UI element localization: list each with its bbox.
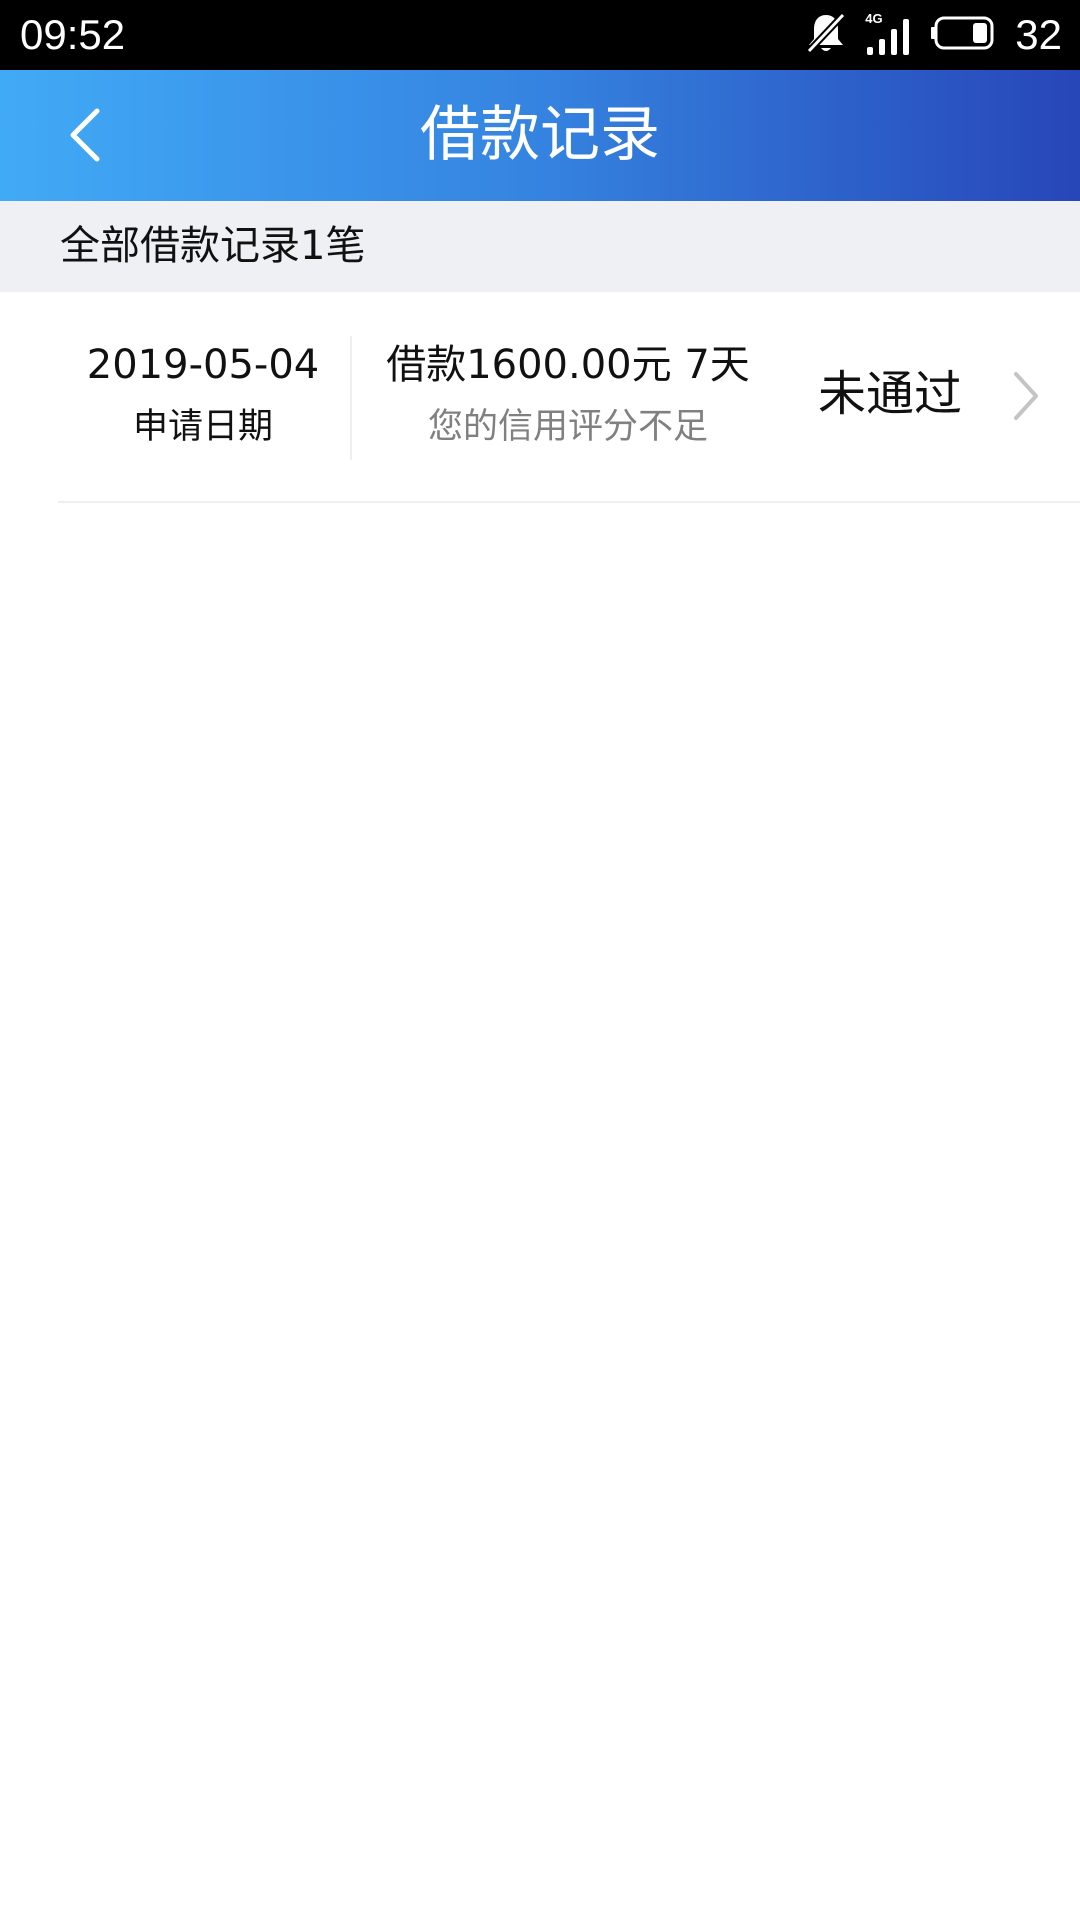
loan-amount-term: 借款1600.00元 7天: [386, 342, 750, 388]
page-title: 借款记录: [420, 100, 660, 170]
battery-level: 32: [1015, 11, 1062, 58]
app-header: 借款记录: [0, 70, 1080, 201]
status-badge: 未通过: [818, 366, 963, 422]
application-date-label: 申请日期: [132, 407, 273, 447]
status-bar: 09:52 4G 32: [0, 0, 1080, 70]
status-time: 09:52: [20, 11, 126, 58]
status-icons: 4G 32: [805, 0, 1062, 70]
battery-icon: [931, 16, 997, 54]
application-date: 2019-05-04: [86, 342, 320, 388]
loan-record-row[interactable]: 2019-05-04 申请日期 借款1600.00元 7天 您的信用评分不足 未…: [58, 292, 1080, 503]
loan-info-column: 借款1600.00元 7天 您的信用评分不足: [358, 340, 778, 448]
column-divider: [350, 336, 352, 460]
signal-icon: 4G: [865, 11, 913, 57]
chevron-right-icon: [1006, 366, 1046, 426]
rejection-reason: 您的信用评分不足: [427, 407, 708, 447]
bell-muted-icon: [805, 11, 847, 59]
record-count-text: 全部借款记录1笔: [60, 223, 366, 269]
date-column: 2019-05-04 申请日期: [58, 340, 348, 448]
summary-bar: 全部借款记录1笔: [0, 201, 1080, 292]
